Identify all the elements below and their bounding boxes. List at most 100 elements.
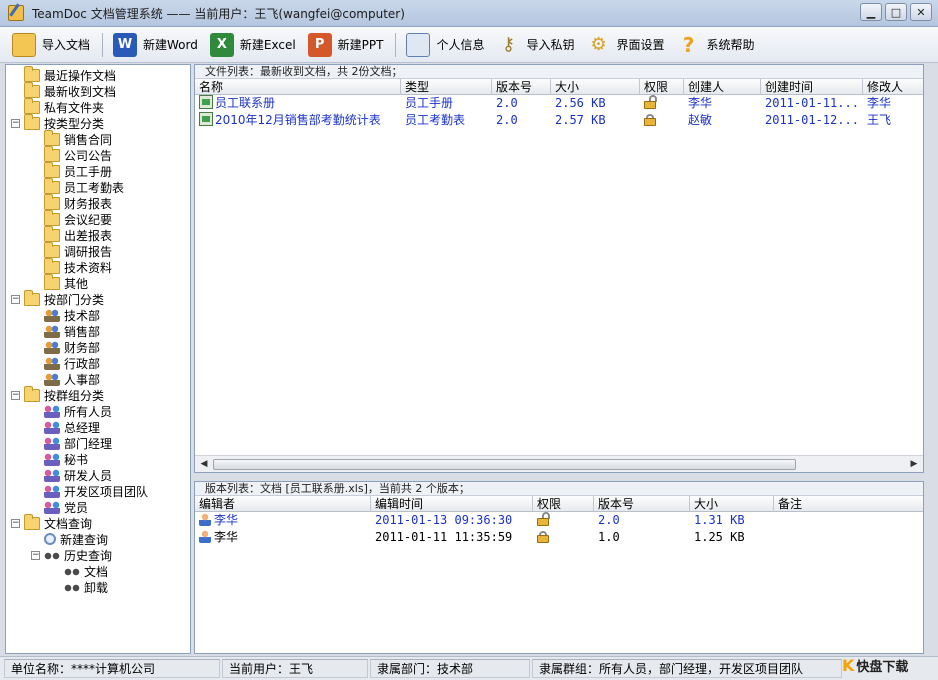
tree-item-group-rd[interactable]: 研发人员 bbox=[44, 467, 112, 483]
collapse-toggle[interactable]: − bbox=[11, 118, 20, 128]
group-icon bbox=[44, 436, 60, 450]
col-created-time[interactable]: 创建时间 bbox=[761, 79, 863, 95]
col-creator[interactable]: 创建人 bbox=[684, 79, 761, 95]
tree-item-handbook[interactable]: 员工手册 bbox=[44, 161, 112, 179]
table-row[interactable]: 李华 2011-01-13 09:36:30 2.0 1.31 KB bbox=[195, 512, 923, 529]
tree-item-group-secretary[interactable]: 秘书 bbox=[44, 451, 88, 467]
tree-item-attendance[interactable]: 员工考勤表 bbox=[44, 177, 124, 195]
tree-item-group-managers[interactable]: 部门经理 bbox=[44, 435, 112, 451]
file-type: 员工考勤表 bbox=[405, 113, 466, 127]
tree-item-dept-finance[interactable]: 财务部 bbox=[44, 339, 100, 355]
tree-item-label: 党员 bbox=[64, 500, 89, 515]
col-editor[interactable]: 编辑者 bbox=[195, 496, 371, 512]
tree-item-by-dept[interactable]: − 按部门分类 bbox=[11, 289, 104, 307]
tree-item-research[interactable]: 调研报告 bbox=[44, 241, 113, 259]
toolbar: 导入文档 W 新建Word X 新建Excel P 新建PPT 个人信息 ⚷ 导… bbox=[0, 27, 938, 63]
tree-item-label: 调研报告 bbox=[64, 244, 113, 259]
tree-item-history-uninstall[interactable]: 卸载 bbox=[64, 579, 108, 595]
permission-cell bbox=[640, 95, 684, 112]
col-size[interactable]: 大小 bbox=[551, 79, 640, 95]
col-type[interactable]: 类型 bbox=[401, 79, 492, 95]
folder-icon bbox=[44, 273, 60, 290]
import-document-button[interactable]: 导入文档 bbox=[8, 30, 94, 60]
profile-button[interactable]: 个人信息 bbox=[402, 30, 488, 60]
tree-item-group-party[interactable]: 党员 bbox=[44, 499, 88, 515]
new-ppt-button[interactable]: P 新建PPT bbox=[304, 30, 388, 60]
tree-item-recent[interactable]: 最近操作文档 bbox=[24, 65, 116, 83]
tree-item-dept-sales[interactable]: 销售部 bbox=[44, 323, 100, 339]
ppt-icon: P bbox=[307, 32, 332, 57]
import-key-button[interactable]: ⚷ 导入私钥 bbox=[493, 30, 579, 60]
new-excel-button[interactable]: X 新建Excel bbox=[206, 30, 300, 60]
tree-item-announcement[interactable]: 公司公告 bbox=[44, 145, 113, 163]
people-icon bbox=[44, 324, 60, 338]
tree-item-new-query[interactable]: 新建查询 bbox=[44, 531, 108, 547]
file-list-caption: 文件列表：最新收到文档，共 2份文档； bbox=[195, 65, 923, 79]
col-permission[interactable]: 权限 bbox=[533, 496, 594, 512]
col-size[interactable]: 大小 bbox=[690, 496, 774, 512]
tree-item-dept-tech[interactable]: 技术部 bbox=[44, 307, 100, 323]
collapse-toggle[interactable]: − bbox=[11, 390, 20, 400]
tree-item-doc-query[interactable]: − 文档查询 bbox=[11, 513, 92, 531]
minimize-button[interactable]: ▁ bbox=[860, 3, 882, 21]
tree-item-financial[interactable]: 财务报表 bbox=[44, 193, 112, 211]
table-row[interactable]: 员工联系册 员工手册 2.0 2.56 KB 李华 2011-01-11... … bbox=[195, 95, 923, 112]
tree-item-by-group[interactable]: − 按群组分类 bbox=[11, 385, 104, 403]
maximize-button[interactable]: □ bbox=[885, 3, 907, 21]
group-icon bbox=[44, 484, 60, 498]
col-name[interactable]: 名称 bbox=[195, 79, 401, 95]
status-user: 当前用户：王飞 bbox=[222, 659, 368, 678]
scrollbar-thumb[interactable] bbox=[213, 459, 796, 470]
tree-item-dept-admin[interactable]: 行政部 bbox=[44, 355, 100, 371]
collapse-toggle[interactable]: − bbox=[11, 294, 20, 304]
group-icon bbox=[44, 404, 60, 418]
close-button[interactable]: ✕ bbox=[910, 3, 932, 21]
col-note[interactable]: 备注 bbox=[774, 496, 923, 512]
ui-settings-button[interactable]: ⚙ 界面设置 bbox=[583, 30, 669, 60]
tree-item-label: 会议纪要 bbox=[64, 212, 113, 227]
new-word-button[interactable]: W 新建Word bbox=[109, 30, 202, 60]
tree-item-tech-docs[interactable]: 技术资料 bbox=[44, 257, 112, 275]
scroll-left-arrow-icon[interactable]: ◀ bbox=[198, 458, 210, 470]
horizontal-scrollbar[interactable]: ◀ ▶ bbox=[195, 455, 923, 472]
gears-icon: ⚙ bbox=[590, 34, 607, 55]
col-edit-time[interactable]: 编辑时间 bbox=[371, 496, 533, 512]
tree-item-dept-hr[interactable]: 人事部 bbox=[44, 371, 100, 387]
tree-item-private[interactable]: 私有文件夹 bbox=[24, 97, 104, 115]
col-version[interactable]: 版本号 bbox=[492, 79, 551, 95]
tree-item-sales-contract[interactable]: 销售合同 bbox=[44, 129, 112, 147]
people-icon bbox=[44, 356, 60, 370]
tree-item-other[interactable]: 其他 bbox=[44, 273, 88, 291]
col-version[interactable]: 版本号 bbox=[594, 496, 690, 512]
tree-item-label: 按类型分类 bbox=[44, 116, 105, 131]
file-type: 员工手册 bbox=[405, 96, 454, 110]
person-icon bbox=[199, 530, 211, 543]
tree-item-group-project[interactable]: 开发区项目团队 bbox=[44, 483, 148, 499]
collapse-toggle[interactable]: − bbox=[31, 550, 40, 560]
tree-item-history-query[interactable]: − 历史查询 bbox=[31, 547, 112, 563]
tree-item-group-gm[interactable]: 总经理 bbox=[44, 419, 100, 435]
people-icon bbox=[44, 340, 60, 354]
scroll-right-arrow-icon[interactable]: ▶ bbox=[908, 458, 920, 470]
collapse-toggle[interactable]: − bbox=[11, 518, 20, 528]
tree-item-travel[interactable]: 出差报表 bbox=[44, 225, 113, 243]
tree-item-new-received[interactable]: 最新收到文档 bbox=[24, 81, 116, 99]
tree-item-by-type[interactable]: − 按类型分类 bbox=[11, 113, 105, 131]
col-permission[interactable]: 权限 bbox=[640, 79, 684, 95]
help-button[interactable]: ? 系统帮助 bbox=[673, 30, 759, 60]
tree-item-label: 公司公告 bbox=[64, 148, 113, 163]
new-word-label: 新建Word bbox=[143, 38, 198, 52]
col-modifier[interactable]: 修改人 bbox=[863, 79, 923, 95]
navigation-tree[interactable]: 最近操作文档 最新收到文档 私有文件夹 − 按类型分类 销售合同 公司公告 员工手… bbox=[5, 64, 191, 654]
table-row[interactable]: 2010年12月销售部考勤统计表 员工考勤表 2.0 2.57 KB 赵敏 20… bbox=[195, 112, 923, 129]
file-modifier: 李华 bbox=[867, 96, 892, 110]
tree-item-history-doc[interactable]: 文档 bbox=[64, 563, 108, 579]
file-list-header: 名称 类型 版本号 大小 权限 创建人 创建时间 修改人 bbox=[195, 79, 923, 95]
editor-cell: 李华 bbox=[195, 529, 371, 546]
tree-item-minutes[interactable]: 会议纪要 bbox=[44, 209, 113, 227]
window-title: TeamDoc 文档管理系统 —— 当前用户：王飞(wangfei@comput… bbox=[32, 6, 405, 21]
tree-item-label: 出差报表 bbox=[64, 228, 113, 243]
file-version: 2.0 bbox=[496, 113, 518, 127]
tree-item-group-all[interactable]: 所有人员 bbox=[44, 403, 112, 419]
table-row[interactable]: 李华 2011-01-11 11:35:59 1.0 1.25 KB bbox=[195, 529, 923, 546]
